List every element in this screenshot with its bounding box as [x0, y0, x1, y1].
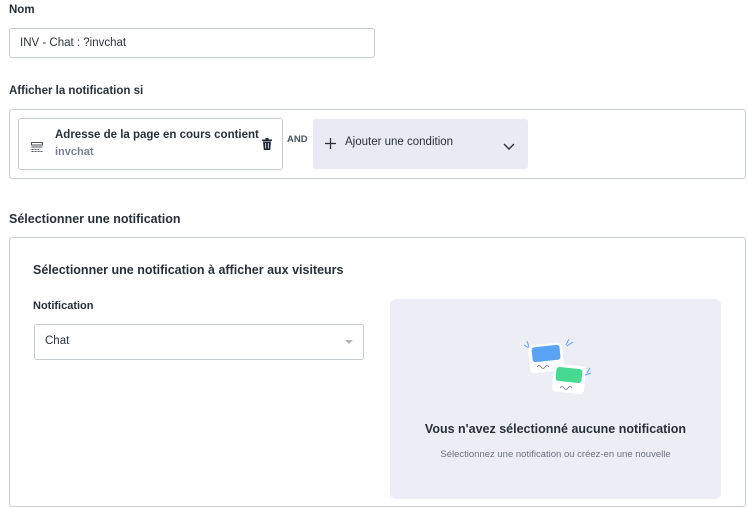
name-label: Nom: [9, 4, 35, 16]
caret-down-icon: [345, 340, 353, 344]
chat-bubbles-illustration-icon: [523, 337, 599, 408]
empty-state-panel: Vous n'avez sélectionné aucune notificat…: [390, 299, 721, 499]
plus-icon: [325, 136, 336, 154]
condition-title: Adresse de la page en cours contient: [55, 129, 259, 141]
add-condition-label: Ajouter une condition: [345, 136, 454, 148]
notification-subtitle: Sélectionner une notification à afficher…: [33, 263, 344, 277]
display-condition-label: Afficher la notification si: [9, 85, 144, 97]
notification-field-label: Notification: [33, 300, 94, 312]
condition-value: invchat: [55, 146, 94, 158]
web-page-icon: [31, 139, 43, 157]
name-input[interactable]: INV - Chat : ?invchat: [9, 28, 375, 58]
chevron-down-icon: [503, 138, 515, 156]
empty-state-title: Vous n'avez sélectionné aucune notificat…: [424, 422, 687, 436]
notification-select[interactable]: Chat: [34, 324, 364, 360]
empty-state-subtitle: Sélectionnez une notification ou créez-e…: [440, 449, 671, 460]
add-condition-button[interactable]: Ajouter une condition: [313, 119, 528, 169]
notification-select-value: Chat: [45, 335, 70, 347]
condition-chip[interactable]: Adresse de la page en cours contient inv…: [18, 118, 283, 170]
select-notification-heading: Sélectionner une notification: [9, 212, 181, 226]
trash-icon[interactable]: [262, 137, 272, 155]
and-operator: AND: [287, 134, 308, 145]
